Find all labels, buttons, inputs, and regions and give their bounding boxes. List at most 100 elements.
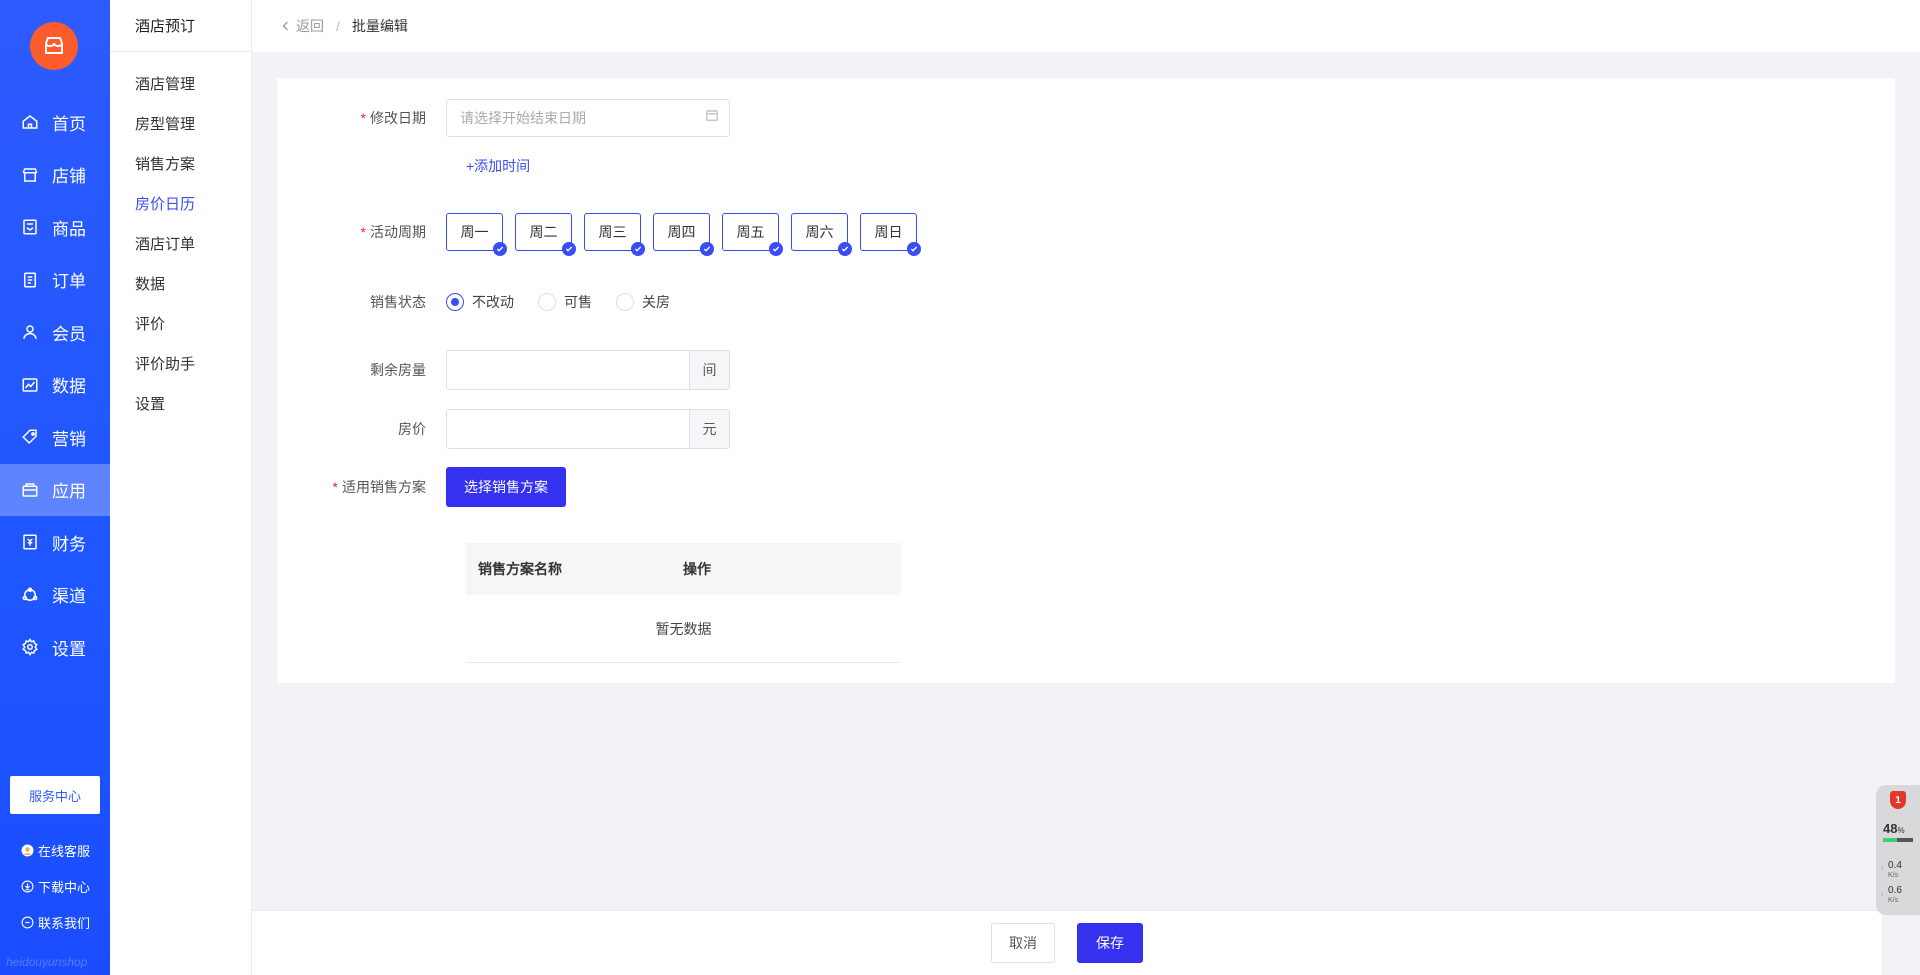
subnav-item-price-calendar[interactable]: 房价日历 bbox=[110, 183, 251, 223]
sidebar-item-label: 营销 bbox=[52, 429, 86, 449]
order-icon bbox=[20, 270, 40, 290]
check-icon bbox=[493, 242, 507, 256]
sidebar-item-label: 应用 bbox=[52, 482, 86, 502]
batch-edit-form: * 修改日期 请选择开始结束日期 +添加时间 * 活动周期 周一 周二 周三 周四 … bbox=[277, 78, 1895, 683]
weekday-thu[interactable]: 周四 bbox=[653, 213, 714, 256]
sidebar-item-data[interactable]: 数据 bbox=[0, 359, 110, 412]
system-monitor-widget[interactable]: 1 48% ↑ 0.4 K/s ↓ 0.6 K/s bbox=[1876, 785, 1920, 915]
finance-icon bbox=[20, 532, 40, 552]
sidebar-item-goods[interactable]: 商品 bbox=[0, 201, 110, 254]
contact-us-label: 联系我们 bbox=[38, 915, 91, 931]
save-button[interactable]: 保存 bbox=[1077, 923, 1143, 963]
weekday-sun[interactable]: 周日 bbox=[860, 213, 921, 256]
sidebar-item-app[interactable]: 应用 bbox=[0, 463, 110, 516]
add-time-row: +添加时间 bbox=[466, 156, 530, 176]
weekday-sat[interactable]: 周六 bbox=[791, 213, 852, 256]
check-icon bbox=[562, 242, 576, 256]
date-range-picker[interactable]: 请选择开始结束日期 bbox=[446, 99, 730, 137]
contact-us-link[interactable]: 联系我们 bbox=[20, 904, 90, 940]
price-row: 房价 元 bbox=[277, 409, 730, 449]
subnav-item-review-assistant[interactable]: 评价助手 bbox=[110, 343, 251, 383]
sidebar-item-settings[interactable]: 设置 bbox=[0, 621, 110, 674]
sidebar-item-channel[interactable]: 渠道 bbox=[0, 569, 110, 622]
rooms-input-group: 间 bbox=[446, 350, 730, 390]
logo-icon[interactable] bbox=[30, 22, 78, 70]
breadcrumb-separator: / bbox=[336, 18, 340, 34]
page-title: 批量编辑 bbox=[351, 18, 408, 34]
subnav-item-settings[interactable]: 设置 bbox=[110, 383, 251, 423]
online-support-label: 在线客服 bbox=[38, 843, 91, 859]
check-icon bbox=[838, 242, 852, 256]
subnav-item-hotel-management[interactable]: 酒店管理 bbox=[110, 63, 251, 103]
radio-closed[interactable]: 关房 bbox=[616, 292, 670, 312]
sidebar-item-finance[interactable]: 财务 bbox=[0, 516, 110, 569]
select-sales-plan-button[interactable]: 选择销售方案 bbox=[446, 467, 566, 507]
download-icon bbox=[20, 879, 34, 893]
sidebar-item-marketing[interactable]: 营销 bbox=[0, 411, 110, 464]
column-actions: 操作 bbox=[683, 561, 711, 577]
home-icon bbox=[20, 112, 40, 132]
radio-available[interactable]: 可售 bbox=[538, 292, 592, 312]
subnav-item-hotel-orders[interactable]: 酒店订单 bbox=[110, 223, 251, 263]
back-link[interactable]: 返回 bbox=[280, 16, 324, 36]
plan-label: * 适用销售方案 bbox=[332, 479, 426, 495]
date-row: * 修改日期 请选择开始结束日期 bbox=[277, 99, 730, 137]
weekday-mon[interactable]: 周一 bbox=[446, 213, 507, 256]
cycle-row: * 活动周期 周一 周二 周三 周四 周五 周六 周日 bbox=[277, 213, 921, 256]
tag-icon bbox=[20, 427, 40, 447]
rooms-unit: 间 bbox=[689, 350, 730, 390]
column-plan-name: 销售方案名称 bbox=[478, 561, 562, 577]
download-speed: 0.6 K/s bbox=[1888, 885, 1902, 905]
form-footer: 取消 保存 bbox=[252, 910, 1882, 975]
download-arrow-icon: ↓ bbox=[1880, 889, 1884, 898]
weekday-tue[interactable]: 周二 bbox=[515, 213, 576, 256]
subnav-item-data[interactable]: 数据 bbox=[110, 263, 251, 303]
cancel-button[interactable]: 取消 bbox=[991, 923, 1055, 963]
weekday-fri[interactable]: 周五 bbox=[722, 213, 783, 256]
goods-icon bbox=[20, 217, 40, 237]
chart-icon bbox=[20, 375, 40, 395]
cycle-label: * 活动周期 bbox=[360, 224, 426, 240]
support-avatar-icon bbox=[20, 843, 34, 857]
remaining-rooms-input[interactable] bbox=[446, 350, 689, 390]
app-icon bbox=[20, 480, 40, 500]
service-center-button[interactable]: 服务中心 bbox=[10, 776, 100, 814]
sidebar-item-home[interactable]: 首页 bbox=[0, 96, 110, 149]
check-icon bbox=[769, 242, 783, 256]
add-time-link[interactable]: +添加时间 bbox=[466, 156, 530, 176]
breadcrumb: 返回 / 批量编辑 bbox=[252, 0, 1920, 52]
check-icon bbox=[700, 242, 714, 256]
date-label: * 修改日期 bbox=[360, 110, 426, 126]
status-row: 销售状态 不改动 可售 关房 bbox=[277, 292, 670, 312]
subnav-item-sales-plan[interactable]: 销售方案 bbox=[110, 143, 251, 183]
table-header: 销售方案名称 操作 bbox=[466, 543, 901, 595]
channel-icon bbox=[20, 585, 40, 605]
shield-badge-icon: 1 bbox=[1890, 791, 1906, 809]
sale-status-radio-group: 不改动 可售 关房 bbox=[446, 292, 670, 312]
sub-nav: 酒店管理 房型管理 销售方案 房价日历 酒店订单 数据 评价 评价助手 设置 bbox=[110, 52, 251, 423]
room-price-input[interactable] bbox=[446, 409, 689, 449]
sidebar-item-order[interactable]: 订单 bbox=[0, 254, 110, 307]
radio-no-change[interactable]: 不改动 bbox=[446, 292, 514, 312]
upload-speed: 0.4 K/s bbox=[1888, 860, 1902, 880]
date-placeholder: 请选择开始结束日期 bbox=[460, 110, 586, 126]
empty-state: 暂无数据 bbox=[466, 595, 901, 663]
online-support-link[interactable]: 在线客服 bbox=[20, 832, 90, 868]
price-input-group: 元 bbox=[446, 409, 730, 449]
chat-icon bbox=[20, 915, 34, 929]
price-label: 房价 bbox=[398, 421, 426, 437]
sales-plan-table: 销售方案名称 操作 暂无数据 bbox=[466, 543, 901, 663]
subnav-item-reviews[interactable]: 评价 bbox=[110, 303, 251, 343]
sidebar-item-label: 财务 bbox=[52, 534, 86, 554]
sidebar-item-label: 会员 bbox=[52, 324, 86, 344]
sidebar-item-store[interactable]: 店铺 bbox=[0, 149, 110, 202]
member-icon bbox=[20, 322, 40, 342]
download-center-link[interactable]: 下载中心 bbox=[20, 868, 90, 904]
sidebar-item-label: 首页 bbox=[52, 114, 86, 134]
subnav-item-room-type[interactable]: 房型管理 bbox=[110, 103, 251, 143]
weekday-wed[interactable]: 周三 bbox=[584, 213, 645, 256]
check-icon bbox=[907, 242, 921, 256]
upload-arrow-icon: ↑ bbox=[1880, 864, 1884, 873]
sidebar-item-member[interactable]: 会员 bbox=[0, 306, 110, 359]
memory-usage: 48% bbox=[1883, 821, 1905, 836]
